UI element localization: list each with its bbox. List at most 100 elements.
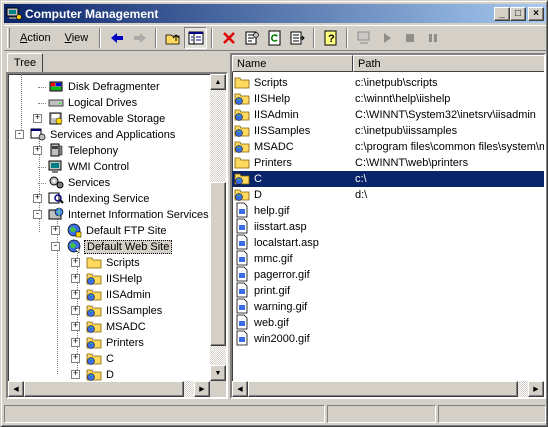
help-button[interactable]: ? [319, 27, 342, 49]
tree-node-label: C [106, 353, 114, 365]
expand-toggle[interactable]: - [15, 130, 24, 139]
list-horizontal-scrollbar[interactable]: ◀ ▶ [232, 381, 544, 397]
stop-icon [405, 34, 414, 42]
start-service-button[interactable] [375, 27, 398, 49]
list-item-name: print.gif [254, 285, 291, 297]
help-icon: ? [324, 30, 337, 46]
list-item-path: c:\ [355, 173, 367, 185]
refresh-icon [268, 30, 281, 46]
expand-toggle[interactable]: - [51, 242, 60, 251]
tree-node-label: D [106, 369, 114, 381]
scroll-down-button[interactable]: ▼ [210, 365, 226, 381]
minimize-icon: _ [499, 7, 505, 19]
list-item-path: c:\inetpub\iissamples [355, 125, 458, 137]
tree-node[interactable]: D [86, 367, 116, 381]
computer-management-icon [6, 6, 22, 22]
list-item-name: IISHelp [254, 93, 291, 105]
back-button[interactable] [105, 27, 128, 49]
tree-node-label: Services and Applications [50, 129, 176, 141]
scroll-right-button[interactable]: ▶ [528, 381, 544, 397]
connect-computer-button[interactable] [352, 27, 375, 49]
list-item-name: Scripts [254, 77, 288, 89]
tree-guide-line [21, 74, 22, 134]
maximize-button[interactable]: □ [510, 6, 526, 21]
tree-hscroll-thumb[interactable] [24, 381, 184, 397]
scroll-up-button[interactable]: ▲ [210, 74, 226, 90]
expand-toggle[interactable]: + [71, 354, 80, 363]
view-menu[interactable]: View [58, 30, 96, 46]
tree-node[interactable]: Removable Storage [48, 111, 167, 127]
tab-tree[interactable]: Tree [7, 53, 43, 73]
tree-vertical-scrollbar[interactable]: ▲ ▼ [210, 74, 226, 381]
toolbar-separator [155, 28, 158, 48]
web-globe-icon [66, 238, 82, 257]
tree-node-label: Disk Defragmenter [68, 81, 160, 93]
close-button[interactable]: × [528, 6, 544, 21]
column-header-name[interactable]: Name [232, 55, 353, 72]
up-one-level-button[interactable] [161, 27, 184, 49]
status-pane-3 [438, 405, 546, 423]
play-icon [383, 33, 391, 43]
expand-toggle[interactable]: + [71, 274, 80, 283]
tree-node-label: Printers [106, 337, 144, 349]
expand-toggle[interactable]: + [71, 258, 80, 267]
expand-toggle[interactable]: + [33, 146, 42, 155]
list-item-path: d:\ [355, 189, 368, 201]
list-item-name: MSADC [254, 141, 294, 153]
stop-service-button[interactable] [398, 27, 421, 49]
list-item-name: C [254, 173, 262, 185]
expand-toggle[interactable]: + [71, 338, 80, 347]
expand-toggle[interactable]: + [33, 114, 42, 123]
list-item-name: localstart.asp [254, 237, 319, 249]
toolbar-separator [313, 28, 316, 48]
action-menu-rest: ction [27, 32, 51, 44]
iis-icon [48, 206, 64, 225]
toolbar-grip[interactable] [7, 28, 10, 48]
scroll-right-button[interactable]: ▶ [194, 381, 210, 397]
file-icon [234, 330, 250, 349]
maximize-icon: □ [514, 7, 522, 19]
action-menu[interactable]: Action [13, 30, 58, 46]
close-icon: × [533, 7, 539, 19]
expand-toggle[interactable]: + [71, 290, 80, 299]
details-pane: Name Path Scripts c:\inetpub\scripts IISHe… [230, 53, 546, 399]
properties-icon [245, 31, 259, 45]
connect-computer-icon [357, 31, 370, 44]
forward-button[interactable] [128, 27, 151, 49]
tree-node-label: Logical Drives [68, 97, 138, 109]
list-item-name: help.gif [254, 205, 290, 217]
tree-horizontal-scrollbar[interactable]: ◀ ▶ [8, 381, 210, 397]
view-menu-accel: V [64, 32, 72, 44]
tree-node-label: Default FTP Site [86, 225, 167, 237]
properties-button[interactable] [240, 27, 263, 49]
column-header-path[interactable]: Path [353, 55, 544, 72]
toolbar-separator [99, 28, 102, 48]
list-item[interactable]: win2000.gif [232, 330, 544, 349]
scrollbar-corner [210, 381, 226, 397]
scroll-left-button[interactable]: ◀ [8, 381, 24, 397]
expand-toggle[interactable]: + [51, 226, 60, 235]
tree-node-label: MSADC [106, 321, 146, 333]
delete-button[interactable] [217, 27, 240, 49]
export-list-button[interactable] [286, 27, 309, 49]
minimize-button[interactable]: _ [494, 6, 510, 21]
list-item-name: mmc.gif [254, 253, 293, 265]
export-list-icon [290, 31, 305, 45]
expand-toggle[interactable]: - [33, 210, 42, 219]
expand-toggle[interactable]: + [33, 194, 42, 203]
list-hscroll-thumb[interactable] [248, 381, 518, 397]
tree-node[interactable]: Default Web Site [66, 238, 173, 257]
refresh-button[interactable] [263, 27, 286, 49]
scroll-left-button[interactable]: ◀ [232, 381, 248, 397]
tree-node[interactable]: Disk Defragmenter [48, 79, 162, 95]
list-item-name: pagerror.gif [254, 269, 310, 281]
expand-toggle[interactable]: + [71, 306, 80, 315]
expand-toggle[interactable]: + [71, 322, 80, 331]
show-hide-tree-button[interactable] [184, 27, 208, 49]
pause-service-button[interactable] [421, 27, 444, 49]
delete-icon [222, 32, 235, 44]
expand-toggle[interactable]: + [71, 370, 80, 379]
title-bar[interactable]: Computer Management _ □ × [4, 4, 546, 23]
tree-vscroll-thumb[interactable] [210, 182, 226, 346]
tree-node-label: Removable Storage [68, 113, 166, 125]
